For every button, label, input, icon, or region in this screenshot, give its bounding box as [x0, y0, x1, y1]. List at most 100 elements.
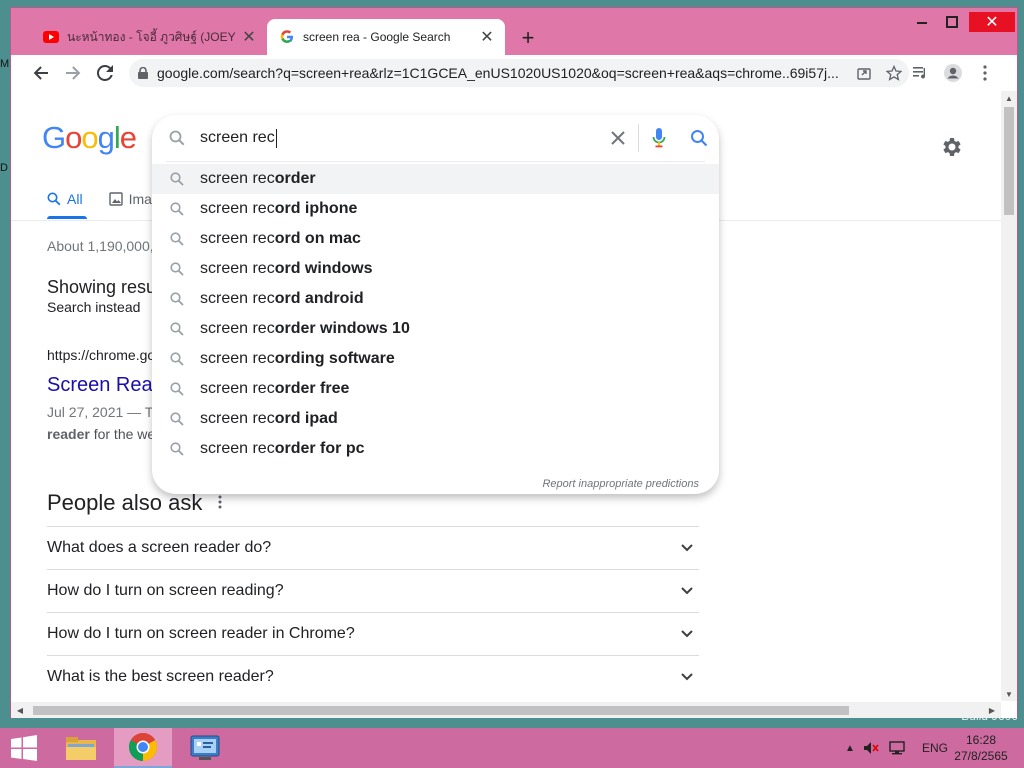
snippet-text: for the we [89, 426, 156, 442]
back-button[interactable] [29, 61, 53, 85]
more-options-icon[interactable] [218, 493, 222, 514]
search-box[interactable]: screen rec [152, 115, 719, 161]
suggestion-item[interactable]: screen recorder free [152, 374, 719, 404]
google-g-icon [279, 29, 295, 45]
scroll-right-arrow-icon[interactable]: ▶ [985, 702, 999, 718]
result-url[interactable]: https://chrome.go [47, 347, 155, 363]
page-viewport: Google All Ima About 1,190,000, Showing … [11, 91, 1017, 718]
horizontal-scrollbar[interactable]: ◀ ▶ [11, 702, 1001, 718]
suggestion-text: screen record ipad [200, 410, 338, 428]
tab-all[interactable]: All [47, 188, 83, 210]
suggestion-prefix: screen rec [200, 230, 275, 247]
file-explorer-taskbar-button[interactable] [52, 728, 110, 768]
suggestion-text: screen record on mac [200, 230, 361, 248]
suggestion-text: screen recorder free [200, 380, 349, 398]
paa-question[interactable]: How do I turn on screen reading? [47, 569, 699, 612]
chevron-down-icon[interactable] [675, 544, 699, 552]
suggestion-item[interactable]: screen record android [152, 284, 719, 314]
reload-button[interactable] [93, 61, 117, 85]
paa-question[interactable]: What is the best screen reader? [47, 655, 699, 698]
chrome-taskbar-button[interactable] [114, 728, 172, 768]
close-icon[interactable]: ✕ [477, 27, 497, 47]
clock-time: 16:28 [965, 733, 997, 747]
suggestion-completion: order free [274, 380, 350, 397]
start-button[interactable] [0, 728, 48, 768]
result-snippet: reader for the we [47, 426, 155, 442]
microphone-icon[interactable] [639, 128, 679, 148]
scrollbar-thumb[interactable] [1004, 107, 1014, 215]
suggestion-completion: ord iphone [274, 200, 358, 217]
paa-question-text: What is the best screen reader? [47, 668, 274, 685]
profile-avatar-icon[interactable] [941, 61, 965, 85]
tab-google-search[interactable]: screen rea - Google Search ✕ [267, 19, 505, 55]
share-icon[interactable] [849, 61, 879, 85]
scroll-down-arrow-icon[interactable]: ▼ [1001, 687, 1017, 701]
window-close-button[interactable]: ✕ [969, 12, 1015, 32]
suggestion-prefix: screen rec [200, 200, 275, 217]
lock-icon[interactable] [129, 67, 157, 79]
suggestion-item[interactable]: screen record windows [152, 254, 719, 284]
search-submit-icon[interactable] [679, 129, 719, 147]
show-hidden-icons-icon[interactable]: ▲ [842, 743, 858, 754]
volume-muted-icon[interactable] [858, 741, 884, 755]
url-text[interactable]: google.com/search?q=screen+rea&rlz=1C1GC… [157, 65, 849, 81]
tab-youtube[interactable]: นะหน้าทอง - โจอี้ ภูวศิษฐ์ (JOEY PHU ✕ [31, 19, 267, 55]
search-icon [152, 130, 200, 146]
clock[interactable]: 16:28 27/8/2565 [944, 732, 1018, 764]
chevron-down-icon[interactable] [675, 673, 699, 681]
tab-images[interactable]: Ima [108, 188, 152, 210]
scrollbar-thumb[interactable] [33, 706, 849, 715]
search-icon [152, 292, 200, 306]
minimize-button[interactable] [907, 12, 937, 32]
paa-question[interactable]: What does a screen reader do? [47, 526, 699, 569]
suggestion-item[interactable]: screen recording software [152, 344, 719, 374]
report-predictions-link[interactable]: Report inappropriate predictions [542, 478, 699, 490]
media-queue-icon[interactable] [909, 61, 933, 85]
menu-kebab-icon[interactable] [973, 61, 997, 85]
suggestion-text: screen recording software [200, 350, 395, 368]
search-suggestions-dropdown: screen rec screen recorder screen record… [152, 115, 719, 494]
suggestion-item[interactable]: screen record on mac [152, 224, 719, 254]
tab-label: Ima [128, 191, 152, 207]
settings-gear-icon[interactable] [940, 135, 964, 159]
chevron-down-icon[interactable] [675, 587, 699, 595]
text-caret [275, 128, 277, 148]
suggestion-completion: ord android [274, 290, 364, 307]
paa-question[interactable]: How do I turn on screen reader in Chrome… [47, 612, 699, 655]
scroll-up-arrow-icon[interactable]: ▲ [1001, 91, 1017, 105]
suggestion-text: screen recorder [200, 170, 316, 188]
search-icon [152, 172, 200, 186]
suggestion-item[interactable]: screen record iphone [152, 194, 719, 224]
result-title-link[interactable]: Screen Rea [47, 374, 153, 397]
search-instead-link[interactable]: Search instead [47, 299, 140, 315]
suggestion-item[interactable]: screen recorder windows 10 [152, 314, 719, 344]
search-icon [47, 192, 61, 206]
browser-toolbar: google.com/search?q=screen+rea&rlz=1C1GC… [11, 55, 1017, 91]
suggestion-completion: ord ipad [274, 410, 338, 427]
bookmark-star-icon[interactable] [879, 61, 909, 85]
scroll-left-arrow-icon[interactable]: ◀ [13, 702, 27, 718]
active-tab-indicator [47, 216, 87, 219]
new-tab-button[interactable]: + [516, 25, 540, 50]
clear-search-icon[interactable] [598, 131, 638, 145]
google-logo[interactable]: Google [42, 120, 137, 156]
suggestion-item[interactable]: screen recorder for pc [152, 434, 719, 464]
vertical-scrollbar[interactable]: ▲ ▼ [1001, 91, 1017, 701]
forward-button[interactable] [61, 61, 85, 85]
network-icon[interactable] [884, 741, 910, 755]
address-bar[interactable]: google.com/search?q=screen+rea&rlz=1C1GC… [129, 59, 909, 87]
taskbar: ▲ ENG 16:28 27/8/2565 [0, 728, 1024, 768]
close-icon[interactable]: ✕ [239, 27, 259, 47]
control-panel-taskbar-button[interactable] [176, 728, 234, 768]
suggestion-item[interactable]: screen recorder [152, 164, 719, 194]
search-icon [152, 202, 200, 216]
search-input[interactable]: screen rec [200, 128, 598, 148]
clock-date: 27/8/2565 [954, 749, 1008, 763]
suggestion-completion: ording software [274, 350, 395, 367]
suggestion-item[interactable]: screen record ipad [152, 404, 719, 434]
windows-logo-icon [11, 735, 37, 761]
suggestion-text: screen record iphone [200, 200, 357, 218]
chevron-down-icon[interactable] [675, 630, 699, 638]
paa-question-text: How do I turn on screen reader in Chrome… [47, 625, 355, 642]
maximize-button[interactable] [937, 12, 967, 32]
